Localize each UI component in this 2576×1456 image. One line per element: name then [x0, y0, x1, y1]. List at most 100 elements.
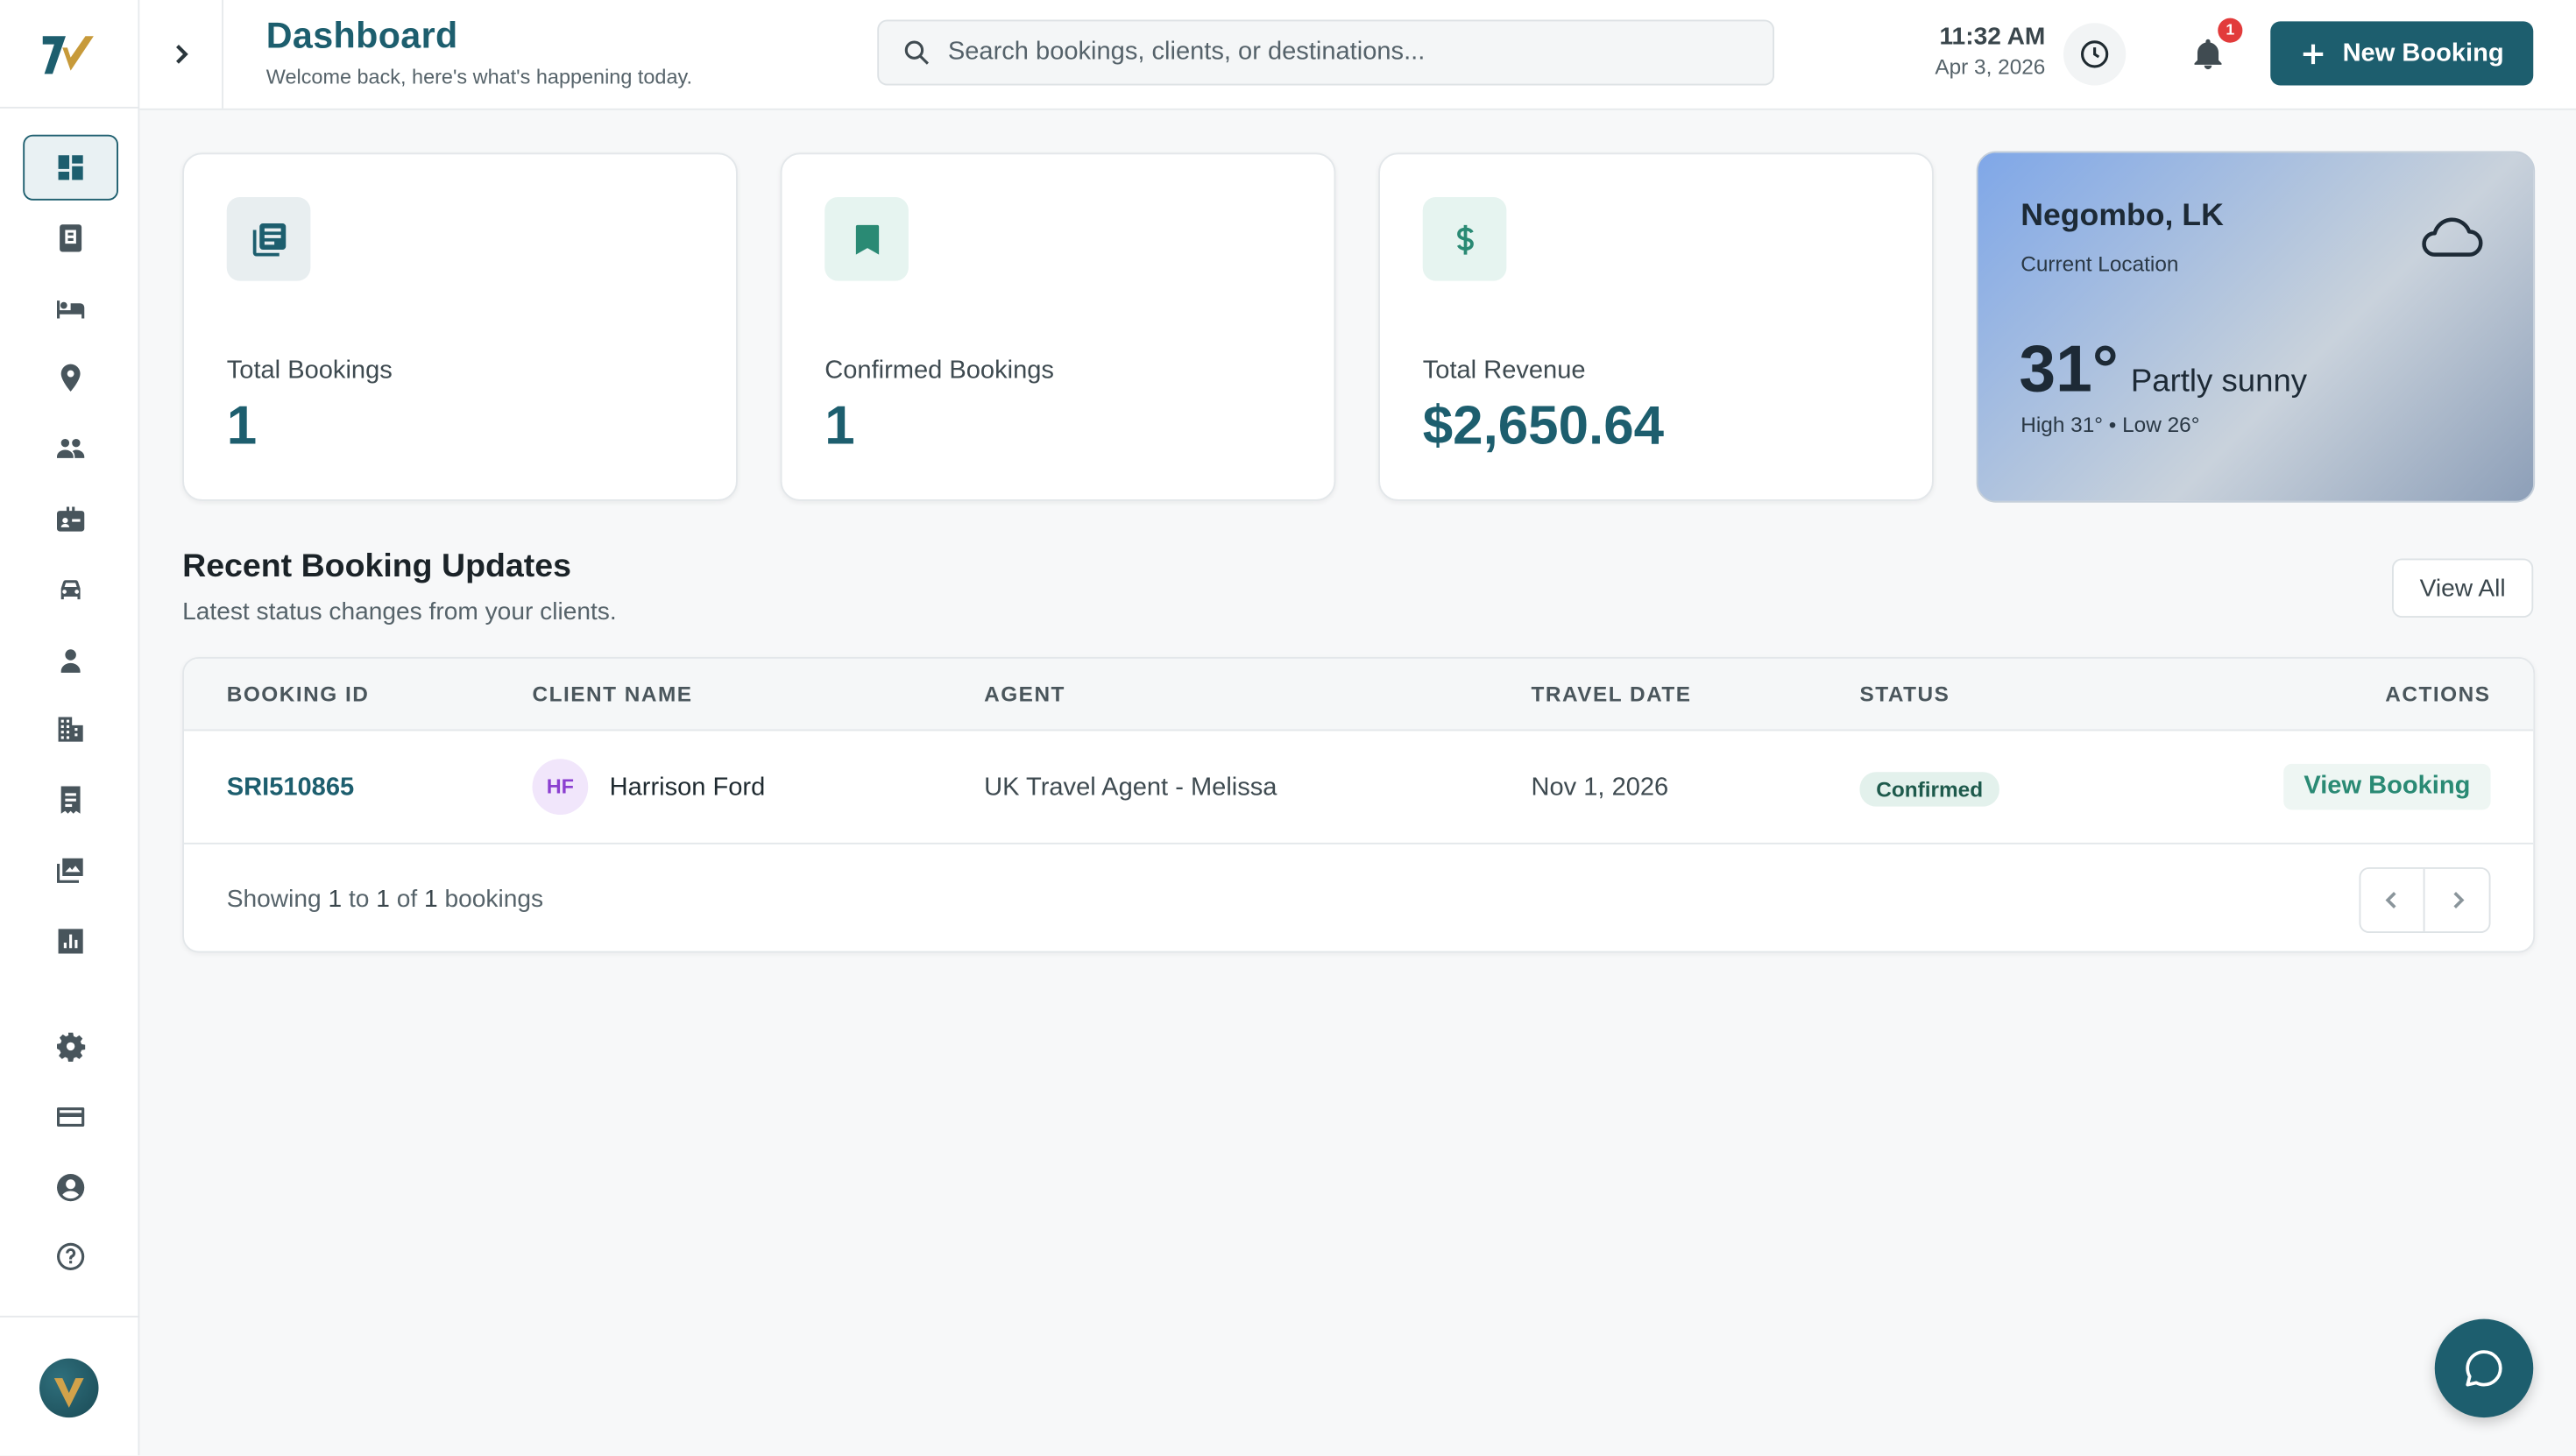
credit-card-icon [56, 1106, 84, 1127]
summary-to-word: to [348, 885, 370, 914]
weather-location-label: Current Location [2020, 251, 2179, 276]
car-icon [60, 579, 80, 599]
column-header-agent[interactable]: AGENT [984, 659, 1065, 732]
view-all-button[interactable]: View All [2392, 558, 2534, 618]
sidebar-item-reports[interactable] [22, 908, 117, 973]
new-booking-button[interactable]: New Booking [2270, 21, 2534, 86]
new-booking-label: New Booking [2342, 39, 2504, 67]
weather-card: Negombo, LK Current Location 31° Partly … [1976, 151, 2536, 503]
gallery-icon [56, 858, 82, 883]
pagination-summary: Showing 1 to 1 of 1 bookings [227, 886, 543, 914]
logo-area [0, 0, 138, 109]
sidebar-item-gallery[interactable] [22, 838, 117, 903]
stat-value: 1 [824, 394, 855, 456]
sidebar-bottom-nav [0, 1014, 139, 1295]
client-avatar: HF [532, 759, 589, 815]
current-date: Apr 3, 2026 [1935, 53, 2046, 79]
pagination-controls [2359, 867, 2491, 933]
weather-temperature: 31° [2019, 333, 2119, 406]
sidebar-divider [0, 1315, 140, 1318]
sidebar-item-users[interactable] [22, 626, 117, 692]
dollar-icon [1456, 223, 1473, 254]
sidebar-item-dashboard[interactable] [22, 134, 118, 201]
bookmark-icon [854, 223, 879, 254]
history-button[interactable] [2063, 23, 2127, 86]
help-icon [56, 1243, 84, 1271]
stat-icon-box [824, 197, 909, 281]
prev-page-button[interactable] [2360, 868, 2425, 932]
settings-gear-icon [56, 1032, 85, 1062]
stat-value: $2,650.64 [1422, 394, 1665, 456]
clock-history-icon [2081, 40, 2109, 68]
table-row[interactable]: SRI510865 HF Harrison Ford UK Travel Age… [184, 731, 2534, 845]
brand-logo[interactable] [39, 31, 99, 77]
chevron-right-icon [2452, 892, 2464, 908]
column-header-client-name[interactable]: CLIENT NAME [533, 659, 693, 732]
current-time: 11:32 AM [1939, 23, 2046, 52]
invoice-icon [60, 786, 80, 815]
chevron-right-icon [176, 45, 188, 64]
dashboard-icon [57, 155, 82, 180]
stat-card-total-bookings: Total Bookings 1 [182, 152, 738, 501]
stat-label: Total Revenue [1422, 356, 1586, 385]
sidebar-item-account[interactable] [22, 1154, 117, 1219]
sidebar-item-transport[interactable] [22, 556, 117, 622]
weather-high-low: High 31° • Low 26° [2020, 412, 2200, 437]
summary-of-word: of [396, 885, 418, 914]
account-circle-icon [56, 1173, 84, 1201]
next-page-button[interactable] [2425, 869, 2489, 931]
chat-bubble-icon [2466, 1350, 2502, 1387]
status-badge: Confirmed [1859, 772, 1999, 807]
travel-date: Nov 1, 2026 [1531, 774, 1669, 802]
summary-total: 1 [423, 885, 438, 914]
sidebar-toggle-button[interactable] [139, 0, 223, 109]
booking-id-link[interactable]: SRI510865 [227, 731, 354, 844]
stat-value: 1 [226, 394, 258, 456]
sidebar-item-payments[interactable] [22, 1084, 117, 1149]
view-booking-button[interactable]: View Booking [2283, 763, 2491, 810]
clients-group-icon [56, 439, 84, 459]
sidebar-item-help[interactable] [22, 1225, 117, 1290]
summary-prefix: Showing [226, 885, 322, 914]
stat-label: Total Bookings [226, 356, 393, 385]
sidebar-nav [0, 134, 139, 979]
stat-label: Confirmed Bookings [824, 356, 1054, 385]
section-title: Recent Booking Updates [182, 548, 571, 585]
bookings-table: BOOKING ID CLIENT NAME AGENT TRAVEL DATE… [182, 657, 2536, 953]
table-header: BOOKING ID CLIENT NAME AGENT TRAVEL DATE… [184, 658, 2534, 732]
summary-to: 1 [376, 885, 390, 914]
buildings-icon [57, 717, 82, 743]
column-header-status[interactable]: STATUS [1860, 659, 1950, 732]
sidebar-item-clients[interactable] [22, 416, 117, 482]
agent-badge-icon [56, 506, 84, 532]
stat-card-confirmed-bookings: Confirmed Bookings 1 [780, 152, 1336, 501]
reports-chart-icon [57, 928, 82, 953]
sidebar-item-invoices[interactable] [22, 767, 117, 833]
column-header-actions: ACTIONS [2385, 682, 2491, 707]
section-subtitle: Latest status changes from your clients. [182, 597, 617, 626]
sidebar-item-destinations[interactable] [22, 345, 117, 411]
cloud-icon [2422, 217, 2483, 257]
sidebar-item-agents[interactable] [22, 486, 117, 552]
user-avatar[interactable] [39, 1358, 99, 1418]
table-footer: Showing 1 to 1 of 1 bookings [184, 845, 2533, 951]
agent-name: UK Travel Agent - Melissa [984, 774, 1277, 802]
sidebar-item-hotels[interactable] [22, 275, 117, 341]
bookings-icon [59, 223, 81, 252]
booklist-icon [251, 223, 286, 256]
notifications-button[interactable]: 1 [2176, 18, 2243, 85]
sidebar-item-bookings[interactable] [22, 205, 117, 271]
page-title: Dashboard [265, 14, 458, 56]
summary-from: 1 [328, 885, 343, 914]
notification-badge: 1 [2218, 18, 2243, 43]
sidebar-item-settings[interactable] [22, 1014, 117, 1079]
weather-city: Negombo, LK [2020, 198, 2224, 234]
chat-button[interactable] [2434, 1318, 2534, 1418]
column-header-booking-id[interactable]: BOOKING ID [227, 659, 370, 732]
search-input[interactable] [947, 38, 1737, 67]
sidebar-item-suppliers[interactable] [22, 697, 117, 763]
client-name: Harrison Ford [609, 774, 766, 802]
column-header-travel-date[interactable]: TRAVEL DATE [1532, 659, 1692, 732]
plus-icon [2303, 43, 2324, 64]
search-bar[interactable] [877, 19, 1774, 86]
